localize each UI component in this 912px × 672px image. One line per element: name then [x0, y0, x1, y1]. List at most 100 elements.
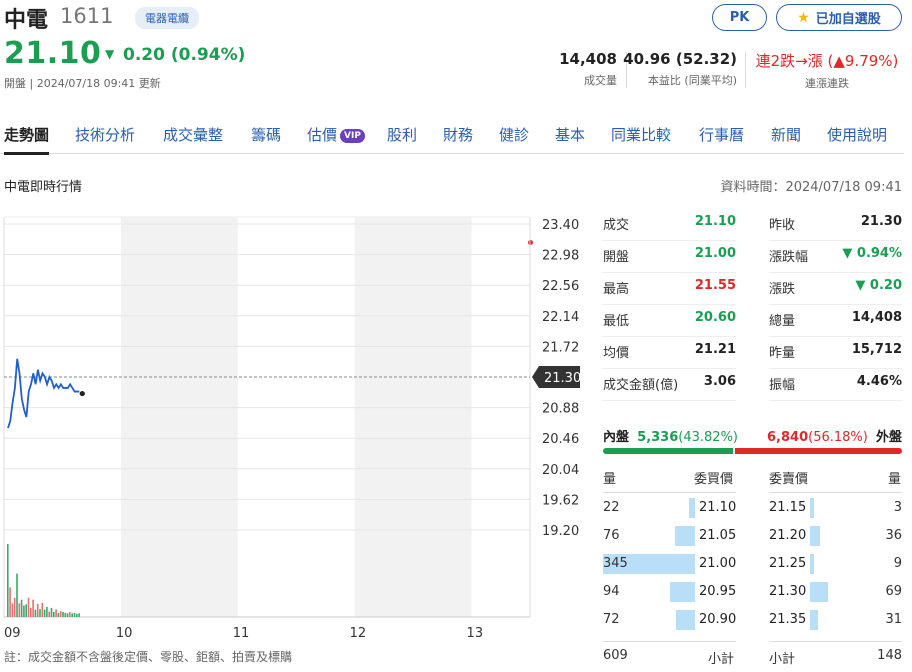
- category-tag[interactable]: 電器電纜: [135, 7, 199, 29]
- row-divider: [603, 368, 736, 369]
- ask-depth-bar: [810, 498, 814, 518]
- row-divider: [769, 304, 902, 305]
- tab-label: 估價: [307, 126, 338, 144]
- tab-valuation[interactable]: 估價 VIP: [307, 124, 365, 145]
- bid-depth-bar: [669, 582, 695, 602]
- row-divider: [603, 272, 736, 273]
- intraday-chart[interactable]: 23.40 22.98 22.56 22.14 21.72 20.88 20.46 20.04…: [0, 210, 590, 640]
- ask-qty-header: 量: [888, 472, 902, 487]
- vip-badge: VIP: [340, 129, 365, 143]
- ask-price: 21.25: [769, 556, 807, 571]
- divider: [745, 52, 746, 88]
- x-tick-label: 12: [350, 626, 367, 640]
- bid-total: 609: [603, 648, 628, 663]
- quote-value: 21.10: [694, 214, 736, 229]
- volume-bar: [57, 612, 60, 617]
- tab-calendar[interactable]: 行事曆: [699, 124, 744, 145]
- tab-health[interactable]: 健診: [499, 124, 529, 145]
- row-divider: [603, 336, 736, 337]
- volume-bar: [64, 612, 67, 617]
- current-price: 21.10: [4, 36, 102, 71]
- volume-bar: [20, 599, 23, 617]
- ask-depth-bar: [810, 610, 819, 630]
- tab-technical[interactable]: 技術分析: [75, 124, 135, 145]
- last-price-dot: [79, 390, 85, 397]
- volume-bar: [55, 609, 57, 617]
- subtotal-divider: [769, 641, 902, 642]
- outer-pct: (56.18%): [808, 430, 868, 445]
- quote-value: 3.06: [703, 374, 736, 389]
- quote-value: 15,712: [851, 342, 902, 357]
- y-tick-label: 21.72: [542, 340, 579, 355]
- pk-button[interactable]: PK: [712, 4, 767, 31]
- row-divider: [603, 304, 736, 305]
- stat-label: 本益比 (同業平均): [647, 74, 737, 87]
- quote-label: 成交: [603, 218, 630, 233]
- tab-trend[interactable]: 走勢圖: [4, 124, 50, 155]
- row-divider: [603, 400, 736, 401]
- quote-value: ▼ 0.20: [855, 278, 902, 293]
- quote-row: 昨量 15,712: [769, 342, 902, 362]
- volume-bar: [66, 613, 69, 617]
- market-status: 開盤 | 2024/07/18 09:41 更新: [4, 77, 161, 90]
- quote-row: 振幅 4.46%: [769, 374, 902, 394]
- tab-news[interactable]: 新聞: [771, 124, 801, 145]
- volume-bar: [34, 609, 37, 617]
- quote-value: 21.21: [694, 342, 736, 357]
- quote-label: 漲跌幅: [769, 250, 809, 265]
- quote-label: 最高: [603, 282, 630, 297]
- volume-bar: [9, 587, 11, 617]
- stat-pe: 40.96 (52.32) 本益比 (同業平均): [623, 50, 737, 88]
- volume-bar: [41, 602, 44, 617]
- ask-total: 148: [877, 648, 902, 663]
- tab-trades[interactable]: 成交彙整: [163, 124, 223, 145]
- tab-dividend[interactable]: 股利: [387, 124, 417, 145]
- volume-bar: [25, 604, 27, 617]
- volume-bar: [73, 612, 76, 617]
- ask-depth-bar: [810, 582, 829, 602]
- quote-label: 均價: [603, 346, 630, 361]
- tab-basic[interactable]: 基本: [555, 124, 585, 145]
- tab-chips[interactable]: 籌碼: [251, 124, 281, 145]
- volume-bar: [71, 613, 73, 617]
- row-divider: [769, 336, 902, 337]
- row-divider: [769, 272, 902, 273]
- bid-price-header: 委買價: [694, 472, 734, 487]
- stat-value: 40.96 (52.32): [623, 50, 737, 68]
- watchlist-button[interactable]: ★ 已加自選股: [776, 4, 902, 31]
- quote-row: 成交 21.10: [603, 214, 736, 234]
- quote-value: 21.30: [860, 214, 902, 229]
- bid-qty: 345: [603, 556, 628, 571]
- row-divider: [769, 240, 902, 241]
- outer-ratio-fill: [735, 448, 902, 454]
- tab-financial[interactable]: 財務: [443, 124, 473, 145]
- stock-name: 中電: [4, 8, 49, 33]
- tab-help[interactable]: 使用說明: [827, 124, 887, 145]
- ask-price: 21.35: [769, 612, 807, 627]
- quote-value: 4.46%: [856, 374, 902, 389]
- volume-bar: [30, 607, 32, 617]
- y-tick-label: 19.20: [542, 524, 579, 539]
- ask-qty: 3: [893, 500, 902, 515]
- watchlist-button-label: 已加自選股: [815, 12, 881, 27]
- tab-peers[interactable]: 同業比較: [611, 124, 671, 145]
- section-title: 中電即時行情: [4, 180, 83, 195]
- bid-price: 20.95: [699, 584, 737, 599]
- tab-bar: 走勢圖 技術分析 成交彙整 籌碼 估價 VIP 股利 財務 健診 基本 同業比較 …: [0, 122, 904, 245]
- quote-row: 漲跌 ▼ 0.20: [769, 278, 902, 298]
- volume-bar: [50, 607, 53, 617]
- x-tick-label: 13: [467, 626, 484, 640]
- volume-bar: [27, 597, 30, 617]
- ask-price: 21.20: [769, 528, 807, 543]
- quote-value: ▼ 0.94%: [842, 246, 902, 261]
- volume-bar: [16, 573, 18, 617]
- outer-label: 外盤: [875, 430, 902, 445]
- bid-qty: 72: [603, 612, 620, 627]
- volume-bar: [48, 611, 50, 617]
- bid-depth-bar: [674, 526, 695, 546]
- inner-ratio-fill: [603, 448, 734, 454]
- quote-value: 21.55: [694, 278, 736, 293]
- footnote: 註：成交金額不含盤後定價、零股、鉅額、拍賣及標購: [4, 650, 293, 664]
- reference-price-label: 21.30: [544, 371, 581, 386]
- volume-bar: [18, 603, 21, 617]
